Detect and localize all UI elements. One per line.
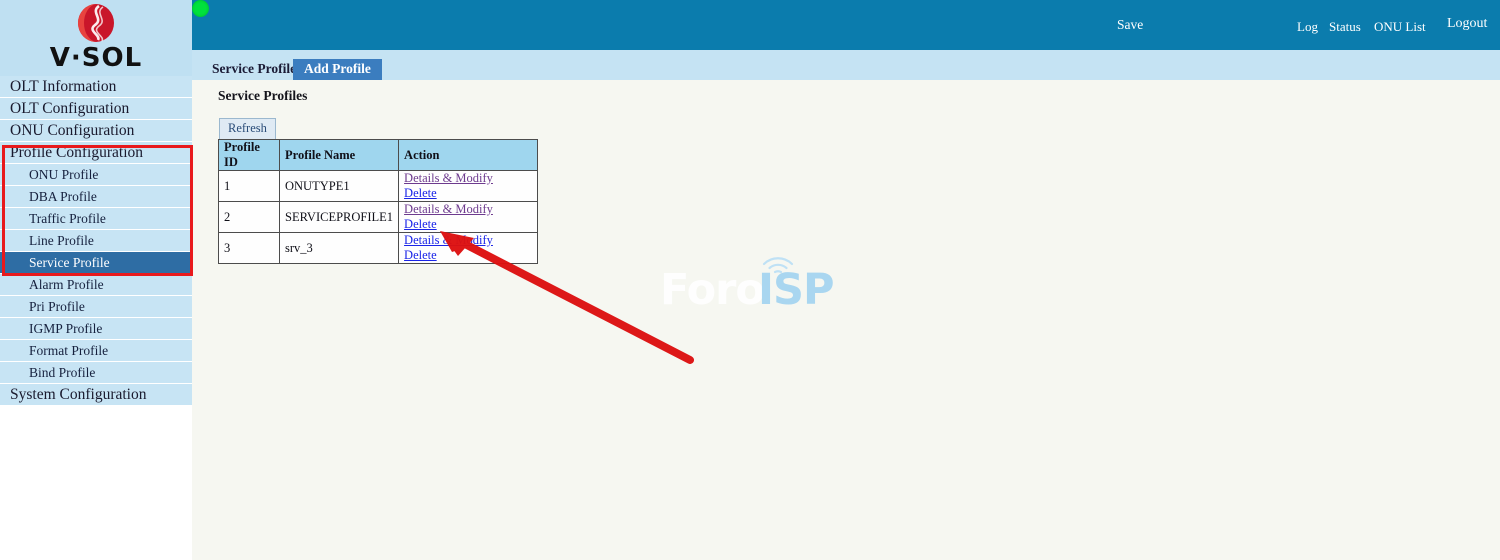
vsol-sphere-logo-icon <box>70 2 122 44</box>
table-row: 1 ONUTYPE1 Details & ModifyDelete <box>218 170 539 202</box>
cell-profile-name: srv_3 <box>278 232 400 264</box>
delete-link[interactable]: Delete <box>404 186 437 200</box>
watermark-text-isp: ISP <box>758 265 834 315</box>
tab-add-profile[interactable]: Add Profile <box>293 59 382 80</box>
sidebar-item-profile-configuration[interactable]: Profile Configuration <box>0 142 192 164</box>
sidebar-item-pri-profile[interactable]: Pri Profile <box>0 296 192 318</box>
cell-profile-id: 2 <box>218 201 280 233</box>
details-and-modify-link[interactable]: Details & Modify <box>404 171 493 185</box>
brand-logo-area: V·SOL <box>0 0 192 76</box>
status-link[interactable]: Status <box>1329 19 1361 35</box>
sidebar-item-system-configuration[interactable]: System Configuration <box>0 384 192 406</box>
sidebar-item-bind-profile[interactable]: Bind Profile <box>0 362 192 384</box>
sidebar-item-olt-information[interactable]: OLT Information <box>0 76 192 98</box>
log-link[interactable]: Log <box>1297 19 1318 35</box>
sidebar-item-igmp-profile[interactable]: IGMP Profile <box>0 318 192 340</box>
refresh-button[interactable]: Refresh <box>219 118 276 140</box>
sidebar-item-alarm-profile[interactable]: Alarm Profile <box>0 274 192 296</box>
table-header-row: Profile ID Profile Name Action <box>218 139 539 171</box>
cell-profile-name: ONUTYPE1 <box>278 170 400 202</box>
cell-action: Details & ModifyDelete <box>398 170 539 202</box>
top-header-bar: Save Log Status ONU List Logout <box>192 0 1500 50</box>
foroisp-watermark: Foro ISP <box>660 248 870 318</box>
sidebar-item-traffic-profile[interactable]: Traffic Profile <box>0 208 192 230</box>
onu-list-link[interactable]: ONU List <box>1374 19 1426 35</box>
cell-action: Details & ModifyDelete <box>398 232 539 264</box>
table-row: 2 SERVICEPROFILE1 Details & ModifyDelete <box>218 201 539 233</box>
details-and-modify-link[interactable]: Details & Modify <box>404 233 493 247</box>
cell-profile-name: SERVICEPROFILE1 <box>278 201 400 233</box>
watermark-text-foro: Foro <box>660 265 765 315</box>
column-header-action: Action <box>398 139 539 171</box>
sidebar-item-onu-profile[interactable]: ONU Profile <box>0 164 192 186</box>
tab-strip: Service Profiles Add Profile <box>192 50 1500 81</box>
sidebar-item-format-profile[interactable]: Format Profile <box>0 340 192 362</box>
details-and-modify-link[interactable]: Details & Modify <box>404 202 493 216</box>
logout-link[interactable]: Logout <box>1447 16 1487 32</box>
cell-profile-id: 3 <box>218 232 280 264</box>
sidebar-menu: OLT Information OLT Configuration ONU Co… <box>0 76 192 406</box>
green-status-led-icon <box>192 0 209 17</box>
sidebar-item-service-profile[interactable]: Service Profile <box>0 252 192 274</box>
sidebar-item-dba-profile[interactable]: DBA Profile <box>0 186 192 208</box>
olt-management-page: V·SOL OLT Information OLT Configuration … <box>0 0 1500 560</box>
brand-name: V·SOL <box>49 43 143 73</box>
cell-profile-id: 1 <box>218 170 280 202</box>
service-profiles-table: Profile ID Profile Name Action 1 ONUTYPE… <box>218 139 539 264</box>
sidebar-item-line-profile[interactable]: Line Profile <box>0 230 192 252</box>
delete-link[interactable]: Delete <box>404 248 437 262</box>
page-title: Service Profiles <box>218 88 308 103</box>
sidebar: V·SOL OLT Information OLT Configuration … <box>0 0 193 560</box>
main-content: Service Profiles Refresh Profile ID Prof… <box>192 80 1500 560</box>
sidebar-item-onu-configuration[interactable]: ONU Configuration <box>0 120 192 142</box>
column-header-profile-id: Profile ID <box>218 139 280 171</box>
delete-link[interactable]: Delete <box>404 217 437 231</box>
column-header-profile-name: Profile Name <box>278 139 400 171</box>
save-button[interactable]: Save <box>1117 17 1143 33</box>
sidebar-item-olt-configuration[interactable]: OLT Configuration <box>0 98 192 120</box>
cell-action: Details & ModifyDelete <box>398 201 539 233</box>
wifi-signal-icon <box>760 248 796 274</box>
table-row: 3 srv_3 Details & ModifyDelete <box>218 232 539 264</box>
